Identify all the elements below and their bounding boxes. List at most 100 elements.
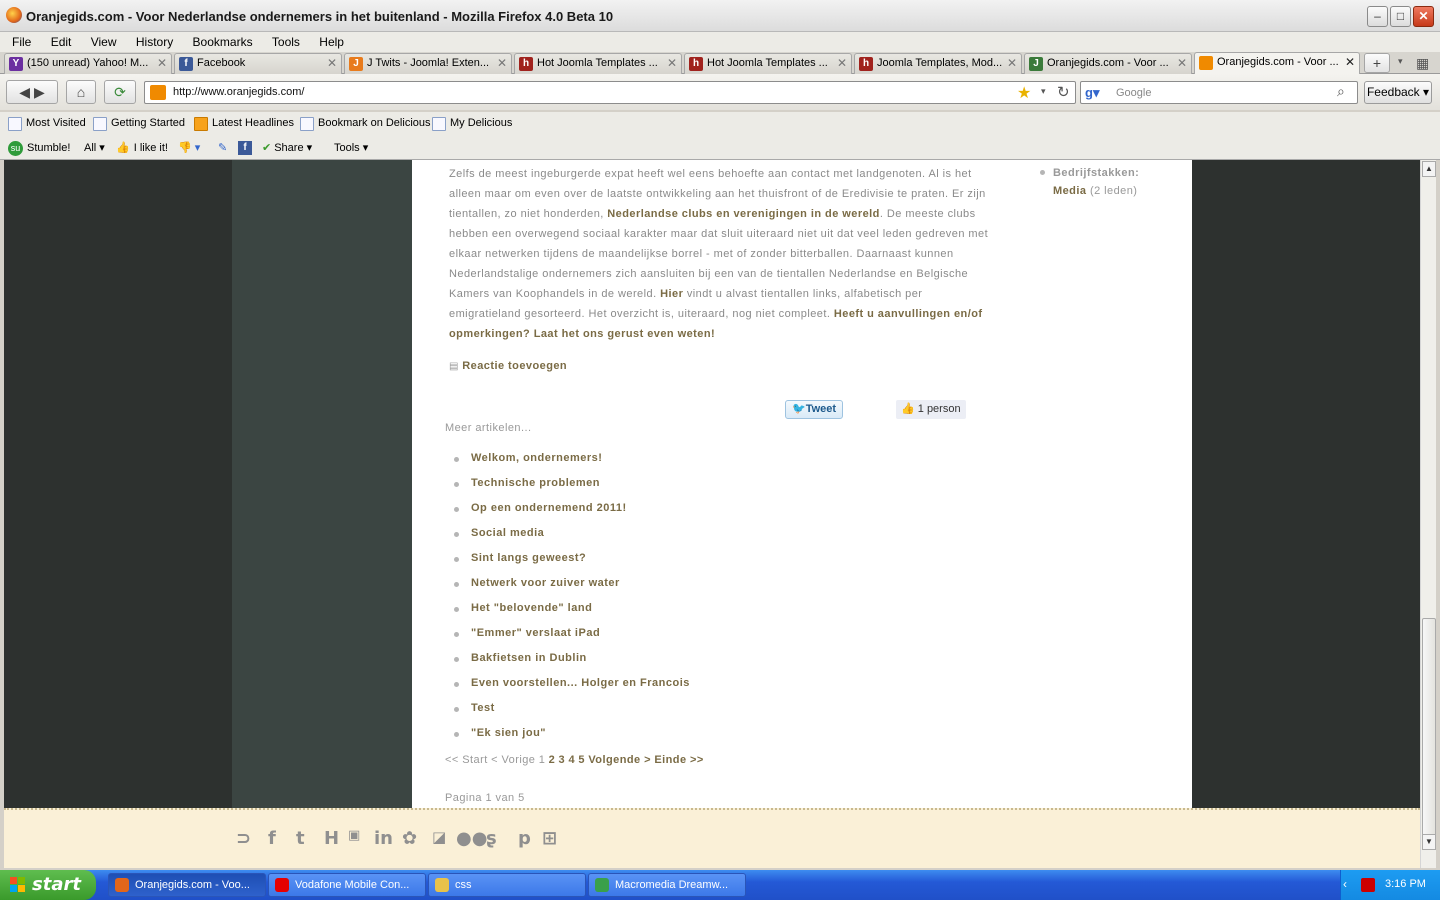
delicious-icon[interactable]: ◪: [432, 828, 446, 846]
search-bar[interactable]: g▾ Google ⌕: [1080, 81, 1358, 104]
bookmark-on-delicious[interactable]: Bookmark on Delicious: [300, 117, 431, 131]
flickr-icon[interactable]: ●●: [456, 828, 487, 849]
url-bar[interactable]: http://www.oranjegids.com/ ★ ▾ ↻: [144, 81, 1076, 104]
tab-groups-icon[interactable]: ▦: [1416, 55, 1429, 72]
article-link[interactable]: "Ek sien jou": [471, 727, 546, 739]
menu-history[interactable]: History: [136, 32, 173, 52]
pager-page[interactable]: 5: [578, 754, 585, 766]
stumble-button[interactable]: su Stumble!: [8, 141, 70, 156]
add-comment-link[interactable]: ▤ Reactie toevoegen: [449, 358, 567, 372]
task-dreamweaver[interactable]: Macromedia Dreamw...: [588, 873, 746, 897]
youtube-icon[interactable]: ▣: [348, 828, 360, 843]
pager-page[interactable]: 3: [559, 754, 566, 766]
google-icon[interactable]: g▾: [1085, 85, 1099, 101]
tab-yahoo[interactable]: Y (150 unread) Yahoo! M... ✕: [4, 53, 172, 74]
twitter-icon[interactable]: t: [296, 828, 305, 849]
tab-oranjegids-active[interactable]: Oranjegids.com - Voor ... ✕: [1194, 52, 1360, 75]
tab-oranjegids-1[interactable]: J Oranjegids.com - Voor ... ✕: [1024, 53, 1192, 74]
picasa-icon[interactable]: ✿: [402, 828, 417, 849]
menu-tools[interactable]: Tools: [272, 32, 300, 52]
maximize-button[interactable]: □: [1390, 6, 1411, 27]
close-tab-icon[interactable]: ✕: [497, 54, 507, 73]
tag-icon[interactable]: ✎: [218, 141, 227, 154]
stumbleupon-icon[interactable]: ʂ: [486, 828, 497, 849]
pager-page[interactable]: 2: [549, 754, 556, 766]
sector-media-link[interactable]: Media: [1053, 185, 1086, 197]
article-link[interactable]: Netwerk voor zuiver water: [471, 577, 620, 589]
close-window-button[interactable]: ✕: [1413, 6, 1434, 27]
task-vodafone[interactable]: Vodafone Mobile Con...: [268, 873, 426, 897]
hyves-icon[interactable]: H: [324, 828, 339, 849]
article-link[interactable]: Welkom, ondernemers!: [471, 452, 602, 464]
linkedin-icon[interactable]: in: [374, 828, 393, 849]
site-identity-icon[interactable]: [150, 85, 166, 100]
tweet-button[interactable]: 🐦Tweet: [785, 400, 844, 419]
article-link[interactable]: Bakfietsen in Dublin: [471, 652, 587, 664]
share-button[interactable]: ✔ Share ▾: [262, 141, 312, 154]
tab-hot-joomla-2[interactable]: h Hot Joomla Templates ... ✕: [684, 53, 852, 74]
task-firefox[interactable]: Oranjegids.com - Voo...: [108, 873, 266, 897]
url-dropdown-icon[interactable]: ▾: [1041, 86, 1046, 97]
new-tab-button[interactable]: +: [1364, 53, 1390, 73]
article-link[interactable]: Het "belovende" land: [471, 602, 592, 614]
article-link[interactable]: "Emmer" verslaat iPad: [471, 627, 600, 639]
menu-help[interactable]: Help: [319, 32, 344, 52]
menu-bookmarks[interactable]: Bookmarks: [193, 32, 253, 52]
tab-hot-joomla-1[interactable]: h Hot Joomla Templates ... ✕: [514, 53, 682, 74]
article-link[interactable]: Sint langs geweest?: [471, 552, 586, 564]
minimize-button[interactable]: –: [1367, 6, 1388, 27]
bookmark-my-delicious[interactable]: My Delicious: [432, 117, 512, 131]
article-link[interactable]: Even voorstellen... Holger en Francois: [471, 677, 690, 689]
article-link[interactable]: Social media: [471, 527, 544, 539]
page-scrollbar[interactable]: ▲ ▼: [1420, 160, 1436, 868]
hier-link[interactable]: Hier: [660, 288, 683, 300]
menu-view[interactable]: View: [91, 32, 117, 52]
search-icon[interactable]: ⌕: [1337, 83, 1345, 100]
rss-icon[interactable]: ⊃: [236, 828, 251, 849]
all-dropdown[interactable]: All ▾: [84, 141, 105, 154]
menu-file[interactable]: File: [12, 32, 31, 52]
bookmark-getting-started[interactable]: Getting Started: [93, 117, 185, 131]
reload-icon[interactable]: ↻: [1057, 83, 1070, 101]
close-tab-icon[interactable]: ✕: [157, 54, 167, 73]
pager-next[interactable]: Volgende >: [588, 754, 651, 766]
article-link[interactable]: Test: [471, 702, 495, 714]
clubs-link[interactable]: Nederlandse clubs en verenigingen in de …: [607, 208, 880, 220]
scroll-down-icon[interactable]: ▼: [1422, 834, 1436, 850]
pager-end[interactable]: Einde >>: [654, 754, 703, 766]
menu-edit[interactable]: Edit: [51, 32, 72, 52]
tab-facebook[interactable]: f Facebook ✕: [174, 53, 342, 74]
scroll-thumb[interactable]: [1422, 618, 1436, 848]
scroll-up-icon[interactable]: ▲: [1422, 161, 1436, 177]
tools-dropdown[interactable]: Tools ▾: [334, 141, 368, 154]
pinterest-icon[interactable]: p: [518, 828, 531, 849]
close-tab-icon[interactable]: ✕: [1345, 53, 1355, 72]
close-tab-icon[interactable]: ✕: [1177, 54, 1187, 73]
facebook-icon[interactable]: f: [268, 828, 276, 849]
sitemap-icon[interactable]: ⊞: [542, 828, 557, 849]
i-like-it-button[interactable]: 👍 I like it!: [116, 141, 168, 154]
feedback-button[interactable]: Feedback ▾: [1364, 81, 1432, 104]
close-tab-icon[interactable]: ✕: [667, 54, 677, 73]
facebook-share-icon[interactable]: f: [238, 141, 252, 155]
tray-expand-icon[interactable]: ‹: [1343, 877, 1347, 891]
bookmark-most-visited[interactable]: Most Visited: [8, 117, 86, 131]
tab-joomla-templates[interactable]: h Joomla Templates, Mod... ✕: [854, 53, 1022, 74]
tray-app-icon[interactable]: [1361, 878, 1375, 892]
close-tab-icon[interactable]: ✕: [327, 54, 337, 73]
bookmark-latest-headlines[interactable]: Latest Headlines: [194, 117, 294, 131]
close-tab-icon[interactable]: ✕: [837, 54, 847, 73]
article-link[interactable]: Technische problemen: [471, 477, 600, 489]
close-tab-icon[interactable]: ✕: [1007, 54, 1017, 73]
thumbs-down-icon[interactable]: 👎 ▾: [178, 141, 200, 154]
facebook-like-button[interactable]: 👍 1 person: [896, 400, 966, 419]
home-icon[interactable]: ⌂: [66, 80, 96, 104]
article-link[interactable]: Op een ondernemend 2011!: [471, 502, 627, 514]
bookmark-star-icon[interactable]: ★: [1017, 83, 1031, 103]
sync-icon[interactable]: ⟳: [104, 80, 136, 104]
pager-page[interactable]: 4: [568, 754, 575, 766]
task-css-folder[interactable]: css: [428, 873, 586, 897]
back-forward-button[interactable]: ◀ ▶: [6, 80, 58, 104]
tab-jtwits[interactable]: J J Twits - Joomla! Exten... ✕: [344, 53, 512, 74]
tab-list-icon[interactable]: ▾: [1398, 56, 1403, 67]
